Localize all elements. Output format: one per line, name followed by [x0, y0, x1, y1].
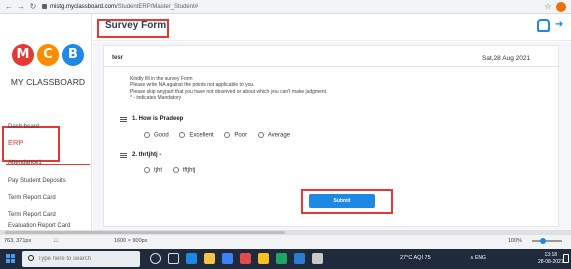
radio-icon[interactable]: [144, 132, 150, 138]
form-author: tesr: [112, 55, 124, 61]
option-tftjhtj[interactable]: tftjhtj: [172, 167, 196, 174]
sidebar-item-attendance[interactable]: Attendance1: [8, 160, 90, 166]
submit-button[interactable]: Submit: [309, 194, 375, 208]
question-label: 2. thrtjhtj -: [132, 152, 162, 158]
sidebar: M C B MY CLASSBOARD Dash board ERP Atten…: [0, 14, 92, 230]
instruction-line: * - indicates Mandatory: [130, 95, 182, 102]
page-title: Survey Form: [105, 20, 167, 31]
clock-date: 28-08-2021: [538, 258, 564, 265]
search-input[interactable]: [38, 252, 138, 266]
question-2: 2. thrtjhtj -: [120, 152, 161, 159]
excel-icon[interactable]: [276, 253, 287, 264]
question-label: 1. How is Pradeep: [132, 116, 184, 122]
logo-letter-c: C: [37, 44, 59, 66]
option-tjht[interactable]: tjht: [144, 167, 162, 174]
drag-handle-icon: [120, 116, 127, 122]
mail-icon[interactable]: [222, 253, 233, 264]
radio-icon[interactable]: [179, 132, 186, 138]
taskbar-search[interactable]: [22, 251, 140, 267]
main-header: Survey Form ➜: [93, 14, 571, 41]
search-icon: [28, 255, 34, 261]
weather-widget[interactable]: 27°C AQI 75: [400, 255, 431, 261]
logo: M C B: [12, 44, 84, 74]
clock[interactable]: 13:18 28-08-2021: [538, 252, 564, 265]
option-label: Good: [154, 132, 169, 139]
option-label: tftjhtj: [182, 167, 196, 174]
url-host: mistg.myclassboard.com: [50, 4, 117, 10]
sidebar-item-evaluation-report-card[interactable]: Evaluation Report Card: [8, 223, 90, 229]
profile-avatar[interactable]: [556, 2, 566, 12]
chrome-icon[interactable]: [258, 253, 269, 264]
sidebar-item-dashboard[interactable]: Dash board: [8, 124, 90, 130]
reload-icon[interactable]: ↻: [28, 2, 38, 12]
option-average[interactable]: Average: [257, 132, 290, 139]
radio-icon[interactable]: [224, 132, 231, 138]
option-label: Poor: [234, 132, 248, 139]
cursor-coords: 763, 371px: [4, 238, 32, 244]
taskbar: 27°C AQI 75 ∧ ENG 13:18 28-08-2021: [0, 249, 571, 269]
app-icon-2[interactable]: [312, 253, 323, 264]
sidebar-item-erp[interactable]: ERP: [8, 138, 90, 147]
scrollbar-thumb[interactable]: [5, 231, 285, 234]
cortana-icon[interactable]: [150, 253, 161, 264]
system-tray[interactable]: ∧ ENG: [470, 255, 486, 261]
logo-text: MY CLASSBOARD: [10, 77, 86, 87]
viewport-size: 1600 × 900px: [114, 238, 148, 244]
option-good[interactable]: Good: [144, 132, 169, 139]
option-label: Excellent: [189, 132, 214, 139]
address-bar[interactable]: mistg.myclassboard.com/StudentERP/Master…: [42, 2, 542, 12]
option-poor[interactable]: Poor: [224, 132, 247, 139]
zoom-slider[interactable]: [532, 238, 562, 244]
bell-icon[interactable]: [537, 19, 550, 32]
url-path: /StudentERP/Master_Student#: [116, 4, 199, 10]
logo-letter-b: B: [62, 44, 84, 66]
lock-icon: [42, 3, 47, 9]
forward-icon[interactable]: →: [16, 2, 26, 12]
sidebar-item-term-report-card-2[interactable]: Term Report Card: [8, 212, 90, 218]
form-date: Sat,28 Aug 2021: [482, 55, 531, 62]
horizontal-scrollbar[interactable]: [0, 230, 571, 235]
file-explorer-icon[interactable]: [204, 253, 215, 264]
main-content: tesr Sat,28 Aug 2021 Kindly fill in the …: [93, 42, 571, 230]
zoom-knob[interactable]: [540, 238, 546, 244]
form-instructions: Kindly fill in the survey Form Please wr…: [130, 76, 327, 102]
browser-toolbar: ← → ↻ mistg.myclassboard.com/StudentERP/…: [0, 0, 571, 14]
radio-icon[interactable]: [144, 167, 150, 173]
survey-form-card: tesr Sat,28 Aug 2021 Kindly fill in the …: [103, 45, 560, 227]
question-1: 1. How is Pradeep: [120, 116, 183, 123]
card-divider: [104, 66, 560, 67]
question-1-options: Good Excellent Poor Average: [144, 132, 299, 139]
drag-handle-icon: [120, 152, 127, 158]
app-icon[interactable]: [240, 253, 251, 264]
back-icon[interactable]: ←: [4, 2, 14, 12]
notification-icon[interactable]: [563, 254, 569, 263]
option-excellent[interactable]: Excellent: [179, 132, 214, 139]
logout-icon[interactable]: ➜: [555, 20, 565, 30]
question-2-options: tjht tftjhtj: [144, 167, 204, 174]
sidebar-item-term-report-card[interactable]: Term Report Card: [8, 195, 90, 201]
bookmark-star-icon[interactable]: ☆: [543, 2, 553, 12]
sidebar-item-pay-student-deposits[interactable]: Pay Student Deposits: [8, 178, 90, 184]
zoom-level: 100%: [508, 238, 523, 244]
radio-icon[interactable]: [257, 132, 264, 138]
word-icon[interactable]: [294, 253, 305, 264]
option-label: tjht: [154, 167, 163, 174]
radio-icon[interactable]: [172, 167, 179, 173]
task-view-icon[interactable]: [168, 253, 179, 264]
selection-icon: □: [54, 238, 58, 244]
windows-start-icon[interactable]: [6, 254, 16, 264]
edge-icon[interactable]: [186, 253, 197, 264]
logo-letter-m: M: [12, 44, 34, 66]
option-label: Average: [267, 132, 290, 139]
